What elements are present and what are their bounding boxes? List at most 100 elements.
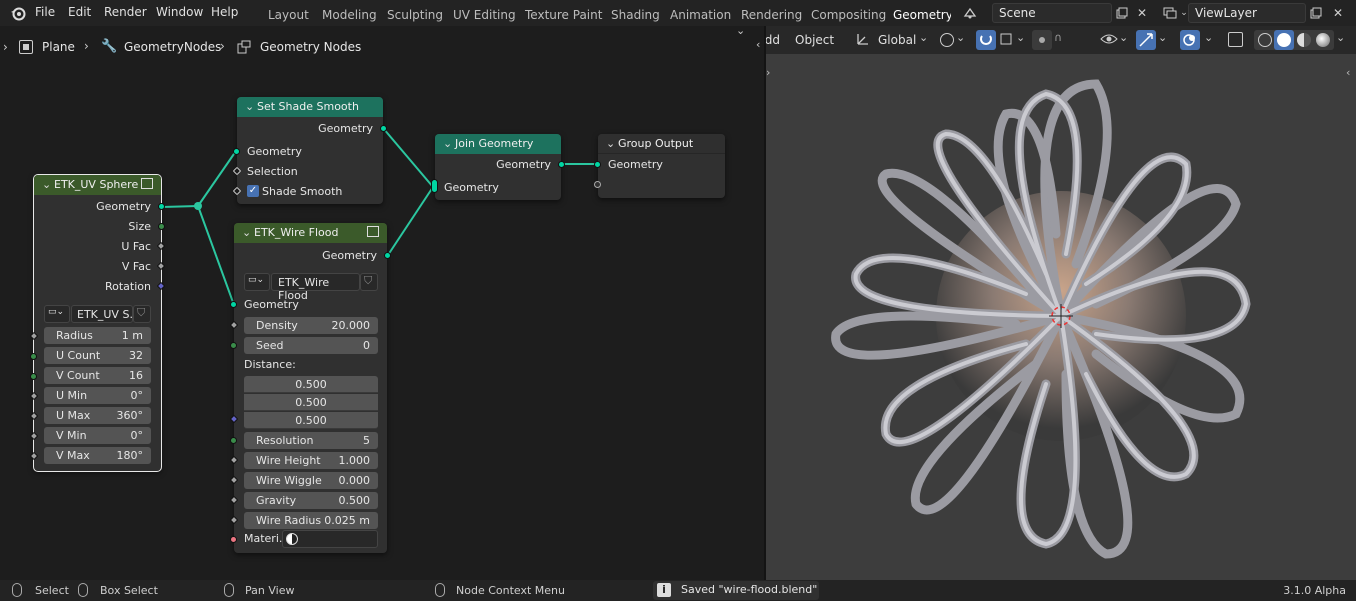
radius-field[interactable]: Radius 1 m — [44, 327, 151, 344]
socket-geometry-multi-in[interactable] — [431, 179, 438, 193]
shade-smooth-checkbox[interactable]: ✓ — [247, 185, 259, 197]
node-group-browse[interactable]: ▭⌄ — [44, 305, 70, 323]
distance-x-field[interactable]: 0.500 — [244, 376, 378, 393]
v-min-field[interactable]: V Min 0° — [44, 427, 151, 444]
tab-animation[interactable]: Animation — [670, 8, 731, 22]
chevron-down-icon[interactable]: ⌄ — [956, 31, 965, 44]
fake-user-shield-icon[interactable]: ⛉ — [360, 273, 378, 291]
status-report[interactable]: i Saved "wire-flood.blend" — [653, 581, 819, 600]
node-uv-sphere[interactable]: ⌄ ETK_UV Sphere Geometry Size U Fac V Fac… — [29, 174, 166, 472]
chevron-down-icon[interactable]: ⌄ — [1204, 31, 1213, 44]
material-shading-icon[interactable] — [1297, 33, 1311, 47]
tab-uv-editing[interactable]: UV Editing — [453, 8, 516, 22]
node-join-geometry[interactable]: ⌄ Join Geometry Geometry Geometry — [431, 134, 565, 200]
socket-geometry-in[interactable] — [230, 301, 237, 308]
tab-texture-paint[interactable]: Texture Paint — [525, 8, 602, 22]
chevron-down-icon[interactable]: ⌄ — [242, 226, 254, 239]
fake-user-shield-icon[interactable]: ⛉ — [133, 305, 151, 323]
tab-geometry-nodes[interactable]: Geometry N — [893, 8, 951, 22]
socket-vcount-in[interactable] — [30, 373, 37, 380]
menu-file[interactable]: File — [35, 5, 55, 19]
view-layer-field[interactable]: ViewLayer — [1188, 3, 1306, 23]
v-count-field[interactable]: V Count 16 — [44, 367, 151, 384]
chevron-down-icon[interactable]: ⌄ — [42, 178, 54, 191]
xray-icon[interactable] — [1228, 32, 1243, 47]
u-count-field[interactable]: U Count 32 — [44, 347, 151, 364]
wire-flood-model[interactable] — [766, 54, 1356, 580]
material-field[interactable] — [282, 530, 378, 548]
blender-logo-icon[interactable] — [10, 5, 26, 21]
chevron-down-icon[interactable]: ⌄ — [1336, 31, 1345, 44]
gizmo-icon[interactable] — [1136, 30, 1156, 50]
node-header[interactable]: ⌄ ETK_Wire Flood — [234, 223, 387, 243]
menu-help[interactable]: Help — [211, 5, 238, 19]
node-header[interactable]: ⌄ Join Geometry — [435, 134, 561, 154]
socket-seed-in[interactable] — [230, 342, 237, 349]
menu-window[interactable]: Window — [156, 5, 203, 19]
seed-field[interactable]: Seed 0 — [244, 337, 378, 354]
v-max-field[interactable]: V Max 180° — [44, 447, 151, 464]
node-editor[interactable]: › Plane › 🔧 GeometryNodes › Geometry Nod… — [0, 24, 764, 580]
3d-viewport[interactable]: Add Object Global ⌄ ⌄ ⌄ ∩ ⌄ ⌄ ⌄ ⌄ › ‹ — [766, 26, 1356, 580]
scene-field[interactable]: Scene — [992, 3, 1112, 23]
chevron-down-icon[interactable]: ⌄ — [1016, 31, 1025, 44]
falloff-icon[interactable]: ∩ — [1054, 31, 1062, 44]
menu-render[interactable]: Render — [104, 5, 147, 19]
distance-y-field[interactable]: 0.500 — [244, 394, 378, 411]
pivot-point-icon[interactable] — [940, 33, 954, 47]
gravity-field[interactable]: Gravity 0.500 — [244, 492, 378, 509]
node-wire-flood[interactable]: ⌄ ETK_Wire Flood Geometry ▭⌄ ETK_Wire Flo… — [229, 223, 391, 553]
chevron-down-icon[interactable]: ⌄ — [1119, 31, 1128, 44]
socket-size-out[interactable] — [158, 223, 165, 230]
wire-height-field[interactable]: Wire Height 1.000 — [244, 452, 378, 469]
node-group-output[interactable]: ⌄ Group Output Geometry — [594, 134, 725, 198]
chevron-down-icon[interactable]: ⌄ — [245, 100, 257, 113]
node-group-name[interactable]: ETK_UV S... — [71, 305, 133, 323]
resolution-field[interactable]: Resolution 5 — [244, 432, 378, 449]
chevron-down-icon[interactable]: ⌄ — [1158, 31, 1167, 44]
node-set-shade-smooth[interactable]: ⌄ Set Shade Smooth Geometry Geometry Sele… — [232, 97, 387, 204]
tab-sculpting[interactable]: Sculpting — [387, 8, 443, 22]
chevron-down-icon[interactable]: ⌄ — [606, 137, 618, 150]
wireframe-shading-icon[interactable] — [1258, 33, 1272, 47]
rendered-shading-icon[interactable] — [1316, 33, 1330, 47]
node-header[interactable]: ⌄ Set Shade Smooth — [237, 97, 383, 117]
socket-geometry-out[interactable] — [558, 161, 565, 168]
socket-geometry-in[interactable] — [233, 148, 240, 155]
solid-shading-icon[interactable] — [1274, 30, 1294, 50]
chevron-down-icon[interactable]: ⌄ — [443, 137, 455, 150]
u-min-field[interactable]: U Min 0° — [44, 387, 151, 404]
menu-add[interactable]: Add — [766, 33, 780, 47]
overlays-icon[interactable] — [1180, 30, 1200, 50]
socket-geometry-out[interactable] — [380, 125, 387, 132]
socket-geometry-in[interactable] — [594, 161, 601, 168]
socket-material-in[interactable] — [230, 536, 237, 543]
chevron-down-icon[interactable]: ⌄ — [919, 31, 928, 44]
tab-modeling[interactable]: Modeling — [322, 8, 377, 22]
socket-empty-in[interactable] — [594, 181, 601, 188]
socket-ucount-in[interactable] — [30, 353, 37, 360]
socket-resolution-in[interactable] — [230, 437, 237, 444]
node-group-name[interactable]: ETK_Wire Flood — [271, 273, 360, 302]
wire-wiggle-field[interactable]: Wire Wiggle 0.000 — [244, 472, 378, 489]
remove-scene-icon[interactable]: ✕ — [1132, 3, 1152, 23]
node-group-browse[interactable]: ▭⌄ — [244, 273, 270, 291]
tab-shading[interactable]: Shading — [611, 8, 660, 22]
distance-z-field[interactable]: 0.500 — [244, 412, 378, 429]
snap-target-icon[interactable] — [999, 30, 1015, 48]
orientation-dropdown[interactable]: Global — [878, 33, 916, 47]
socket-geometry-out[interactable] — [158, 203, 165, 210]
node-header[interactable]: ⌄ Group Output — [598, 134, 725, 154]
visibility-icon[interactable] — [1100, 31, 1118, 47]
scene-icon[interactable] — [960, 3, 980, 23]
menu-edit[interactable]: Edit — [68, 5, 91, 19]
new-scene-icon[interactable] — [1112, 3, 1132, 23]
wire-radius-field[interactable]: Wire Radius 0.025 m — [244, 512, 378, 529]
density-field[interactable]: Density 20.000 — [244, 317, 378, 334]
tab-compositing[interactable]: Compositing — [811, 8, 886, 22]
u-max-field[interactable]: U Max 360° — [44, 407, 151, 424]
socket-geometry-out[interactable] — [384, 252, 391, 259]
node-header[interactable]: ⌄ ETK_UV Sphere — [34, 175, 161, 195]
menu-object[interactable]: Object — [795, 33, 834, 47]
remove-view-layer-icon[interactable]: ✕ — [1328, 3, 1348, 23]
